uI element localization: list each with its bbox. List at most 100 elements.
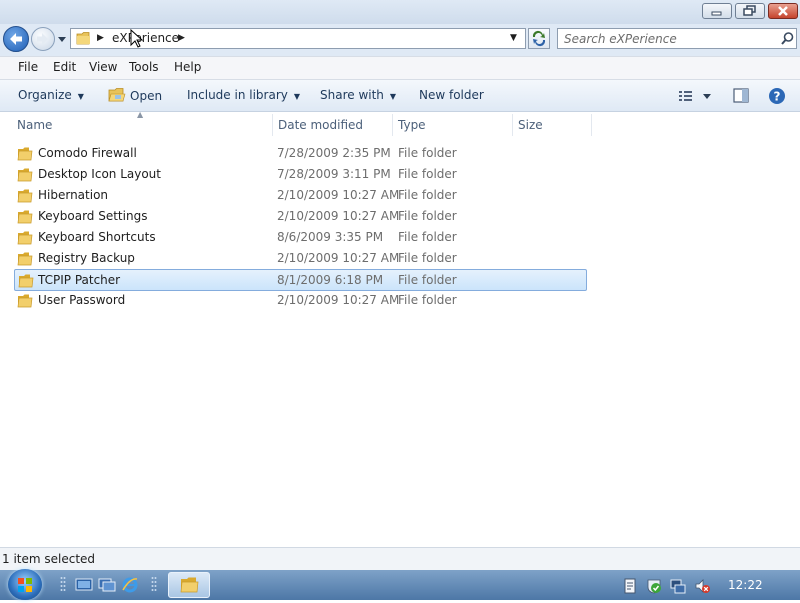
column-divider[interactable] [512, 114, 513, 136]
menu-tools[interactable]: Tools [129, 60, 159, 74]
breadcrumb-separator[interactable]: ▶ [178, 33, 185, 43]
taskbar-grip-icon [151, 577, 157, 591]
forward-arrow-icon [37, 33, 48, 45]
file-date: 7/28/2009 2:35 PM [277, 146, 391, 160]
file-row-selected[interactable]: TCPIP Patcher 8/1/2009 6:18 PM File fold… [14, 269, 587, 291]
show-desktop-icon[interactable] [75, 577, 93, 593]
back-button[interactable] [3, 26, 29, 52]
include-in-library-button[interactable]: Include in library ▼ [187, 88, 300, 102]
network-icon[interactable] [670, 578, 686, 594]
column-date-modified[interactable]: Date modified [278, 118, 363, 132]
minimize-button[interactable] [702, 3, 732, 19]
address-dropdown-icon[interactable]: ▼ [510, 33, 517, 43]
recent-pages-button[interactable] [57, 33, 67, 43]
organize-button[interactable]: Organize ▼ [18, 88, 84, 102]
views-button[interactable] [678, 89, 714, 106]
menu-file[interactable]: File [18, 60, 38, 74]
forward-button[interactable] [31, 27, 55, 51]
file-name: Desktop Icon Layout [38, 167, 161, 181]
windows-logo-icon [18, 578, 32, 592]
action-center-icon[interactable] [646, 578, 662, 594]
search-icon[interactable] [780, 31, 795, 46]
folder-icon [17, 210, 33, 224]
back-arrow-icon [10, 33, 22, 45]
file-date: 2/10/2009 10:27 AM [277, 188, 400, 202]
help-button[interactable]: ? [768, 87, 786, 108]
file-row[interactable]: User Password 2/10/2009 10:27 AM File fo… [14, 291, 587, 311]
organize-label: Organize [18, 88, 72, 102]
share-with-label: Share with [320, 88, 384, 102]
file-row[interactable]: Keyboard Shortcuts 8/6/2009 3:35 PM File… [14, 228, 587, 248]
taskbar-explorer-button[interactable] [168, 572, 210, 598]
column-size[interactable]: Size [518, 118, 543, 132]
file-name: TCPIP Patcher [38, 273, 121, 287]
folder-icon [180, 577, 199, 593]
breadcrumb-item[interactable]: eXPerience [112, 31, 179, 45]
column-divider[interactable] [392, 114, 393, 136]
title-bar [0, 0, 800, 24]
file-name: Registry Backup [38, 251, 135, 265]
restore-icon [743, 5, 756, 16]
sort-ascending-icon: ▲ [137, 110, 144, 119]
switch-windows-icon[interactable] [98, 577, 116, 593]
search-box[interactable] [557, 28, 797, 49]
file-type: File folder [398, 293, 457, 307]
file-date: 2/10/2009 10:27 AM [277, 251, 400, 265]
menu-edit[interactable]: Edit [53, 60, 76, 74]
file-date: 8/1/2009 6:18 PM [277, 273, 384, 287]
taskbar-clock[interactable]: 12:22 [728, 578, 763, 592]
internet-explorer-icon[interactable] [121, 576, 139, 594]
open-label: Open [130, 89, 163, 103]
mouse-cursor-icon [130, 29, 144, 48]
folder-icon [17, 147, 33, 161]
folder-icon [17, 231, 33, 245]
file-row[interactable]: Desktop Icon Layout 7/28/2009 3:11 PM Fi… [14, 165, 587, 185]
maximize-button[interactable] [735, 3, 765, 19]
menu-bar [0, 56, 800, 80]
menu-help[interactable]: Help [174, 60, 201, 74]
column-divider[interactable] [272, 114, 273, 136]
file-type: File folder [398, 146, 457, 160]
file-row[interactable]: Registry Backup 2/10/2009 10:27 AM File … [14, 249, 587, 269]
file-row[interactable]: Keyboard Settings 2/10/2009 10:27 AM Fil… [14, 207, 587, 227]
folder-icon [17, 168, 33, 182]
preview-pane-button[interactable] [733, 88, 749, 106]
new-folder-button[interactable]: New folder [419, 88, 484, 102]
folder-icon [17, 294, 33, 308]
help-icon: ? [769, 88, 785, 104]
menu-view[interactable]: View [89, 60, 117, 74]
refresh-icon [532, 30, 546, 47]
column-type[interactable]: Type [398, 118, 426, 132]
file-name: Hibernation [38, 188, 109, 202]
folder-icon [17, 189, 33, 203]
views-icon [679, 91, 711, 101]
close-button[interactable] [768, 3, 798, 19]
preview-pane-icon [733, 88, 749, 103]
minimize-icon [711, 11, 722, 16]
file-date: 7/28/2009 3:11 PM [277, 167, 391, 181]
refresh-button[interactable] [528, 28, 550, 49]
chevron-down-icon [58, 37, 66, 42]
tray-document-icon[interactable] [622, 578, 638, 594]
file-name: Keyboard Settings [38, 209, 148, 223]
svg-text:?: ? [774, 90, 781, 104]
share-with-button[interactable]: Share with ▼ [320, 88, 396, 102]
file-date: 2/10/2009 10:27 AM [277, 293, 400, 307]
search-input[interactable] [564, 31, 774, 46]
file-type: File folder [398, 209, 457, 223]
file-type: File folder [398, 188, 457, 202]
chevron-down-icon: ▼ [389, 92, 397, 101]
column-name[interactable]: Name [17, 118, 52, 132]
file-row[interactable]: Hibernation 2/10/2009 10:27 AM File fold… [14, 186, 587, 206]
chevron-down-icon: ▼ [77, 92, 84, 101]
file-type: File folder [398, 251, 457, 265]
column-divider[interactable] [591, 114, 592, 136]
open-folder-icon [108, 88, 126, 102]
volume-muted-icon[interactable] [694, 578, 710, 594]
file-row[interactable]: Comodo Firewall 7/28/2009 2:35 PM File f… [14, 144, 587, 164]
breadcrumb-separator[interactable]: ▶ [97, 33, 104, 43]
open-button[interactable]: Open [108, 87, 162, 103]
file-date: 8/6/2009 3:35 PM [277, 230, 384, 244]
start-button[interactable] [8, 569, 42, 600]
folder-icon [17, 252, 33, 266]
